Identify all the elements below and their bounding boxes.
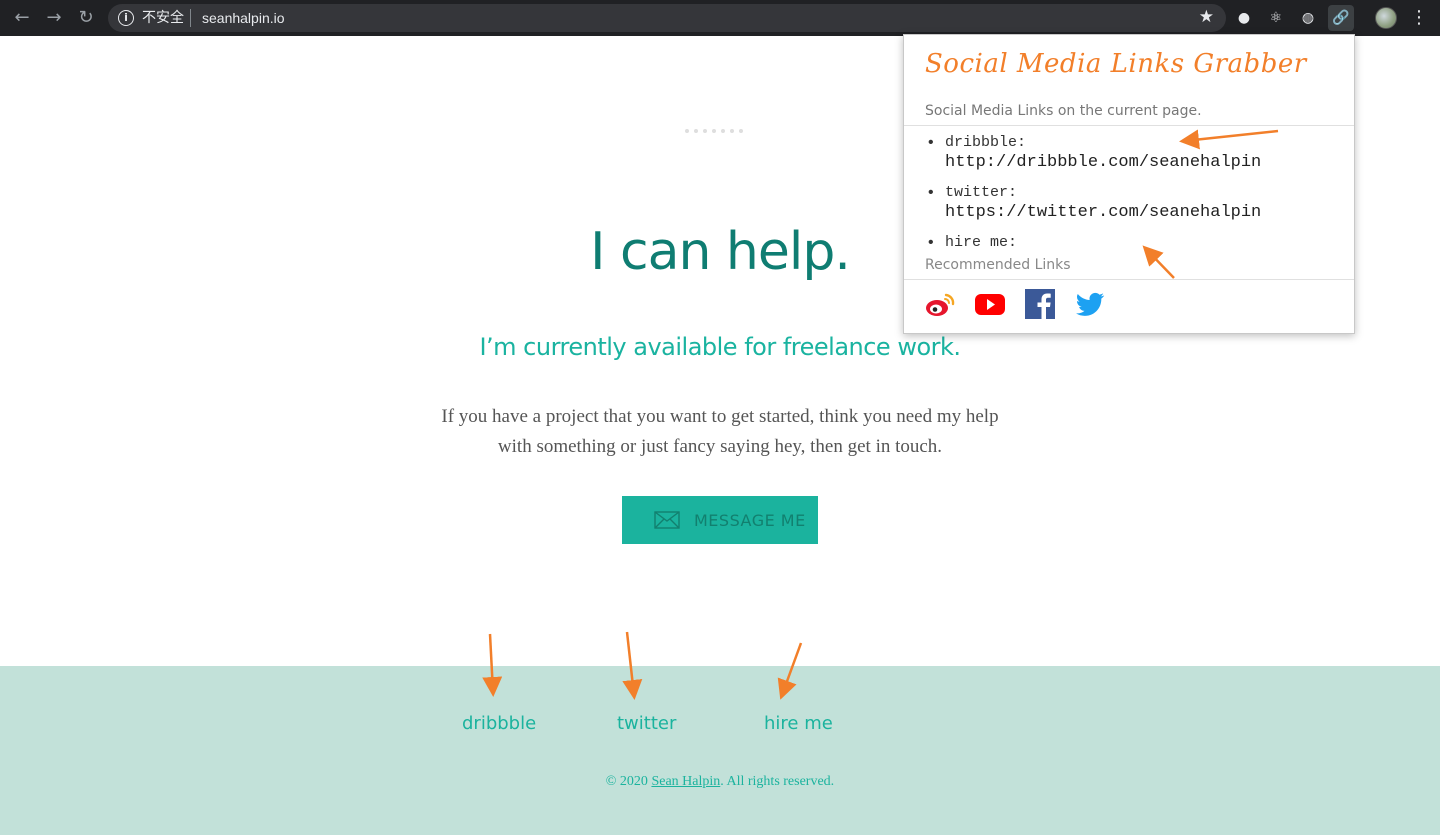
list-item[interactable]: dribbble: http://dribbble.com/seanehalpi… bbox=[925, 133, 1345, 173]
social-links-list[interactable]: dribbble: http://dribbble.com/seanehalpi… bbox=[925, 133, 1345, 248]
reload-icon[interactable]: ↻ bbox=[74, 6, 98, 30]
popup-subtitle: Social Media Links on the current page. bbox=[925, 103, 1202, 119]
youtube-icon[interactable] bbox=[974, 288, 1006, 320]
list-item[interactable]: twitter: https://twitter.com/seanehalpin bbox=[925, 183, 1345, 223]
profile-avatar[interactable] bbox=[1375, 7, 1397, 29]
acorn-extension-icon[interactable]: ● bbox=[1234, 8, 1254, 28]
address-divider bbox=[190, 9, 191, 27]
envelope-icon bbox=[654, 511, 680, 529]
copyright-author-link[interactable]: Sean Halpin bbox=[651, 774, 720, 789]
forward-icon[interactable]: → bbox=[42, 6, 66, 30]
browser-toolbar: ← → ↻ i 不安全 seanhalpin.io ★ ● ⚛ ◍ 🔗 ⋮ bbox=[0, 0, 1440, 36]
intro-paragraph: If you have a project that you want to g… bbox=[410, 402, 1030, 462]
footer-link-hire-me[interactable]: hire me bbox=[764, 713, 833, 734]
browser-menu-icon[interactable]: ⋮ bbox=[1410, 6, 1428, 30]
recommended-links bbox=[924, 288, 1106, 320]
link-name: hire me: bbox=[945, 234, 1018, 248]
copyright-prefix: © 2020 bbox=[605, 774, 652, 789]
link-url[interactable]: http://dribbble.com/seanehalpin bbox=[945, 153, 1345, 173]
twitter-icon[interactable] bbox=[1074, 288, 1106, 320]
react-extension-icon[interactable]: ⚛ bbox=[1266, 8, 1286, 28]
weibo-icon[interactable] bbox=[924, 288, 956, 320]
link-name: twitter: bbox=[945, 184, 1018, 201]
extension-popup: Social Media Links Grabber Social Media … bbox=[903, 34, 1355, 334]
address-bar[interactable]: i 不安全 seanhalpin.io ★ bbox=[108, 4, 1226, 32]
list-item[interactable]: hire me: bbox=[925, 233, 1345, 248]
copyright: © 2020 Sean Halpin. All rights reserved. bbox=[0, 774, 1440, 790]
footer bbox=[0, 666, 1440, 835]
globe-extension-icon[interactable]: ◍ bbox=[1298, 8, 1318, 28]
link-name: dribbble: bbox=[945, 134, 1027, 151]
back-icon[interactable]: ← bbox=[10, 6, 34, 30]
message-me-label: MESSAGE ME bbox=[694, 510, 806, 530]
copyright-suffix: . All rights reserved. bbox=[720, 774, 835, 789]
recommended-label: Recommended Links bbox=[925, 257, 1071, 273]
link-extension-icon[interactable]: 🔗 bbox=[1328, 5, 1354, 31]
intro-line-1: If you have a project that you want to g… bbox=[441, 406, 999, 427]
intro-line-2: with something or just fancy saying hey,… bbox=[497, 436, 943, 457]
popup-title: Social Media Links Grabber bbox=[925, 49, 1307, 79]
popup-divider-2 bbox=[904, 279, 1354, 280]
url-text[interactable]: seanhalpin.io bbox=[202, 10, 285, 26]
security-label: 不安全 bbox=[142, 10, 184, 26]
popup-divider bbox=[904, 125, 1354, 126]
footer-link-twitter[interactable]: twitter bbox=[617, 713, 676, 734]
bookmark-star-icon[interactable]: ★ bbox=[1199, 7, 1214, 27]
page-subheadline: I’m currently available for freelance wo… bbox=[479, 333, 961, 361]
info-icon[interactable]: i bbox=[118, 10, 134, 26]
footer-link-dribbble[interactable]: dribbble bbox=[462, 713, 536, 734]
loader-dots bbox=[685, 129, 755, 135]
facebook-icon[interactable] bbox=[1024, 288, 1056, 320]
message-me-button[interactable]: MESSAGE ME bbox=[622, 496, 818, 544]
link-url[interactable]: https://twitter.com/seanehalpin bbox=[945, 203, 1345, 223]
